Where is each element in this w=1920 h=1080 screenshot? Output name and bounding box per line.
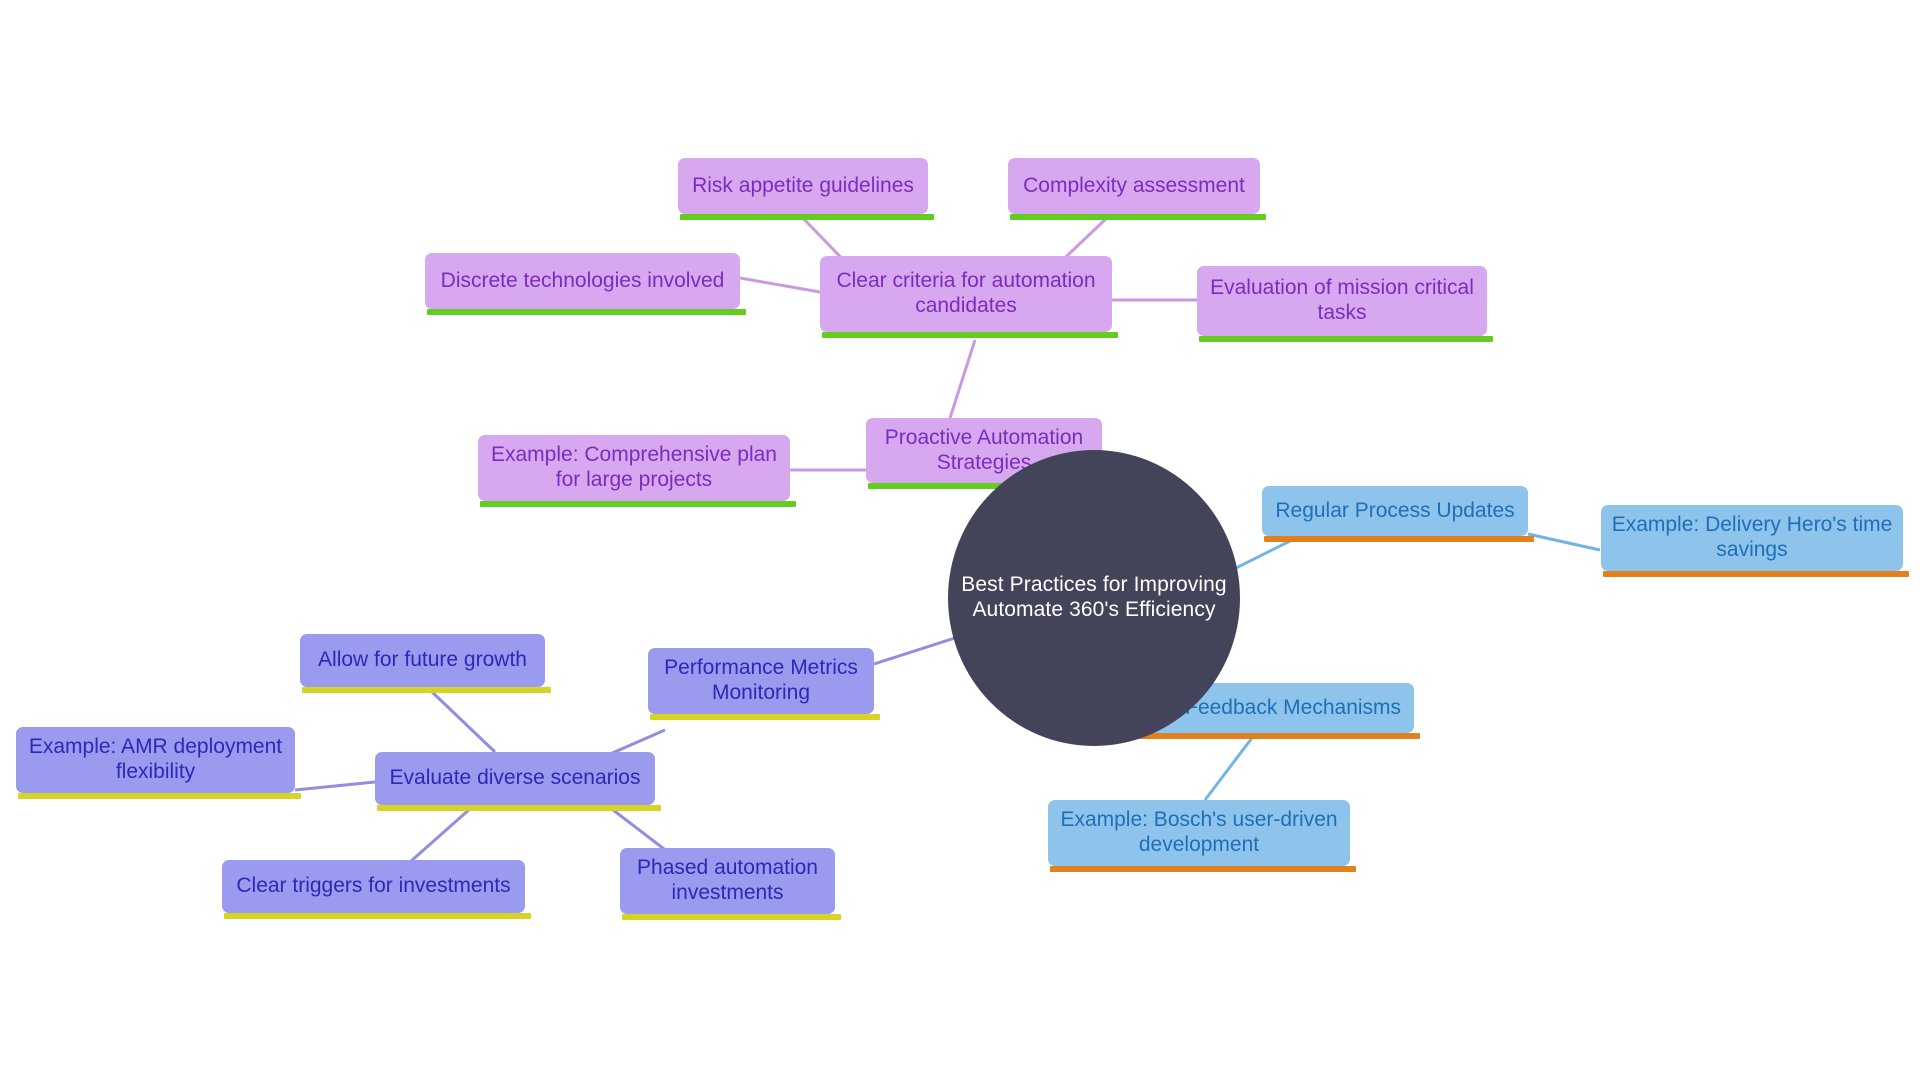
node-label: Example: AMR deployment flexibility: [28, 735, 283, 783]
node-label: Evaluate diverse scenarios: [389, 766, 641, 790]
node-label: Example: Bosch's user-driven development: [1060, 808, 1338, 856]
node-evaluation-of-mission-critical-tasks[interactable]: Evaluation of mission critical tasks: [1197, 266, 1493, 342]
node-label: Complexity assessment: [1023, 173, 1245, 197]
node-label: Performance Metrics Monitoring: [664, 656, 858, 704]
mindmap-canvas: Best Practices for Improving Automate 36…: [0, 0, 1920, 1080]
node-example-amr-deployment-flexibility[interactable]: Example: AMR deployment flexibility: [16, 727, 301, 799]
edge-regular-delivery-hero: [1527, 532, 1601, 552]
node-performance-metrics-monitoring[interactable]: Performance Metrics Monitoring: [648, 648, 880, 720]
edge-criteria-discrete: [739, 276, 821, 294]
edge-evaluate-amr: [294, 780, 376, 792]
node-label: Evaluation of mission critical tasks: [1210, 276, 1474, 324]
node-label: Discrete technologies involved: [440, 268, 725, 292]
node-label: Phased automation investments: [637, 856, 818, 904]
node-clear-triggers-for-investments[interactable]: Clear triggers for investments: [222, 860, 531, 919]
node-evaluate-diverse-scenarios[interactable]: Evaluate diverse scenarios: [375, 752, 661, 811]
node-label: Clear criteria for automation candidates: [836, 269, 1096, 317]
edge-evaluate-allow-growth: [428, 688, 497, 754]
node-label: Example: Delivery Hero's time savings: [1611, 513, 1893, 561]
node-allow-for-future-growth[interactable]: Allow for future growth: [300, 634, 551, 693]
node-example-delivery-hero-time-savings[interactable]: Example: Delivery Hero's time savings: [1601, 505, 1909, 577]
node-example-bosch-user-driven-development[interactable]: Example: Bosch's user-driven development: [1048, 800, 1356, 872]
root-node-label: Best Practices for Improving Automate 36…: [961, 573, 1227, 621]
node-risk-appetite-guidelines[interactable]: Risk appetite guidelines: [678, 158, 934, 220]
node-label: Allow for future growth: [318, 648, 527, 672]
edge-root-regular-updates: [1231, 538, 1293, 572]
edge-proactive-clear-criteria: [948, 339, 977, 419]
node-example-comprehensive-plan[interactable]: Example: Comprehensive plan for large pr…: [478, 435, 796, 507]
edge-user-feedback-bosch: [1203, 729, 1260, 801]
node-label: Clear triggers for investments: [236, 874, 511, 898]
node-phased-automation-investments[interactable]: Phased automation investments: [620, 848, 841, 920]
edge-root-performance: [873, 635, 959, 666]
root-node[interactable]: Best Practices for Improving Automate 36…: [948, 450, 1240, 746]
node-label: Example: Comprehensive plan for large pr…: [491, 443, 777, 491]
node-clear-criteria-for-automation-candidates[interactable]: Clear criteria for automation candidates: [820, 256, 1118, 338]
node-complexity-assessment[interactable]: Complexity assessment: [1008, 158, 1266, 220]
node-regular-process-updates[interactable]: Regular Process Updates: [1262, 486, 1534, 542]
node-label: Risk appetite guidelines: [692, 173, 914, 197]
node-label: Regular Process Updates: [1275, 498, 1515, 522]
node-discrete-technologies-involved[interactable]: Discrete technologies involved: [425, 253, 746, 315]
